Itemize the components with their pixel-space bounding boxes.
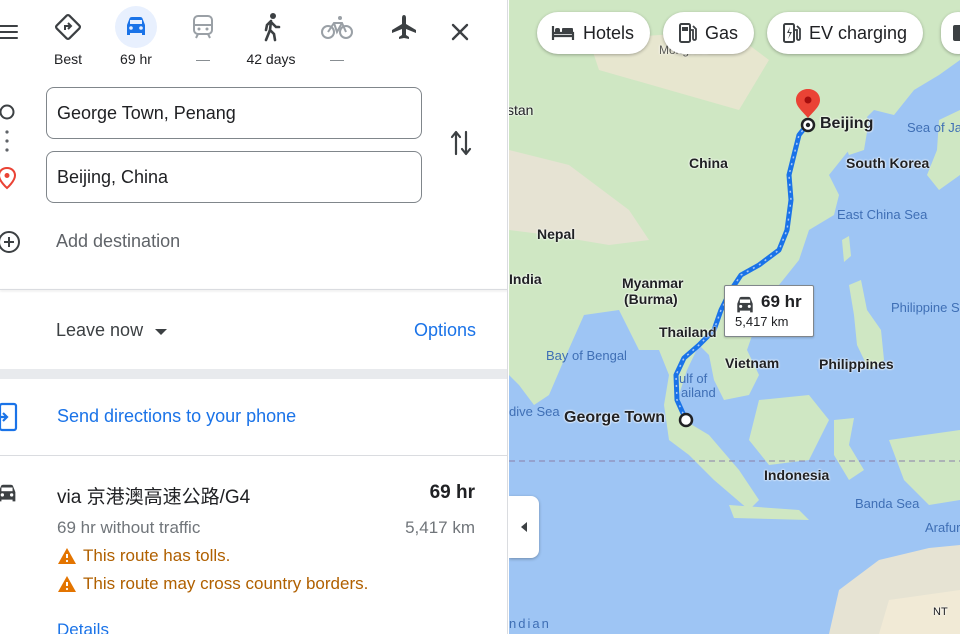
map-label: NT	[933, 606, 948, 618]
add-circle-icon[interactable]	[0, 229, 22, 255]
map-label: Indonesia	[764, 467, 830, 483]
border-warning-text: This route may cross country borders.	[83, 574, 369, 593]
caret-down-icon	[155, 328, 168, 335]
warning-icon	[58, 548, 76, 564]
toll-warning: This route has tolls.	[57, 546, 230, 566]
train-icon	[182, 6, 224, 48]
chip-hotels[interactable]: Hotels	[537, 12, 651, 54]
map-label: stan	[509, 102, 534, 118]
send-directions-link[interactable]: Send directions to your phone	[57, 406, 296, 427]
map-label: Nepal	[537, 226, 576, 242]
origin-value: George Town, Penang	[57, 102, 236, 123]
map-label: Banda Sea	[855, 496, 920, 511]
directions-diamond-icon	[47, 6, 89, 48]
mode-best-label: Best	[53, 51, 82, 67]
add-destination-button[interactable]: Add destination	[56, 231, 180, 252]
details-link[interactable]: Details	[57, 620, 109, 634]
toll-warning-text: This route has tolls.	[83, 546, 231, 565]
close-icon[interactable]	[444, 16, 476, 48]
map-label: China	[689, 155, 728, 171]
mode-driving[interactable]: 69 hr	[108, 6, 164, 68]
map-label: Philippine S	[891, 300, 960, 315]
route-duration-callout[interactable]: 69 hr 5,417 km	[724, 285, 814, 337]
mode-driving-label: 69 hr	[120, 51, 152, 67]
route-distance: 5,417 km	[405, 518, 475, 537]
gas-pump-icon	[679, 23, 697, 43]
options-button[interactable]: Options	[414, 320, 476, 341]
chip-more-icon	[953, 25, 960, 41]
callout-time: 69 hr	[761, 292, 802, 311]
ev-charging-icon	[783, 23, 801, 43]
chip-gas-label: Gas	[705, 22, 739, 43]
mode-best[interactable]: Best	[40, 6, 96, 68]
map-label: Thailand	[659, 324, 717, 340]
map-label: Bay of Bengal	[546, 348, 627, 363]
route-duration: 69 hr	[429, 482, 475, 503]
map-label: (Burma)	[624, 291, 678, 307]
car-icon	[737, 296, 753, 313]
map-label: Philippines	[819, 356, 894, 372]
destination-pin-icon	[0, 166, 17, 190]
map-canvas[interactable]: stan Mongolia Beijing Sea of Ja China So…	[509, 0, 960, 634]
destination-field[interactable]: Beijing, China	[46, 151, 422, 203]
mode-transit-label: —	[196, 51, 210, 67]
map-label: Arafur	[925, 520, 960, 535]
chip-ev-charging-label: EV charging	[809, 22, 908, 43]
section-separator	[0, 369, 507, 379]
chip-gas[interactable]: Gas	[663, 12, 755, 54]
menu-icon[interactable]	[0, 20, 22, 44]
bed-icon	[551, 26, 575, 40]
chip-hotels-label: Hotels	[583, 22, 635, 43]
map-label: India	[509, 271, 542, 287]
map-label-george-town[interactable]: George Town	[564, 409, 665, 427]
mode-flights[interactable]	[376, 6, 432, 48]
route-name[interactable]: via 京港澳高速公路/G4	[57, 482, 250, 509]
swap-icon[interactable]	[446, 126, 476, 160]
warning-icon	[58, 576, 76, 592]
chip-ev-charging[interactable]: EV charging	[767, 12, 924, 54]
mode-transit[interactable]: —	[175, 6, 231, 68]
map-label: Vietnam	[725, 355, 780, 371]
origin-field[interactable]: George Town, Penang	[46, 87, 422, 139]
map-label: dive Sea	[509, 404, 560, 419]
car-icon	[115, 6, 157, 48]
chip-more[interactable]	[941, 12, 960, 54]
chevron-left-icon	[521, 522, 527, 532]
leave-now-label: Leave now	[56, 320, 144, 340]
map-label-beijing[interactable]: Beijing	[820, 115, 873, 133]
leave-now-dropdown[interactable]: Leave now	[56, 320, 168, 341]
airplane-icon	[383, 6, 425, 48]
collapse-panel-button[interactable]	[509, 496, 539, 558]
map-label: ndian	[509, 616, 551, 631]
bicycle-icon	[316, 6, 358, 48]
destination-value: Beijing, China	[57, 166, 169, 187]
divider	[0, 455, 507, 456]
divider	[0, 289, 507, 290]
directions-panel: Best 69 hr — 42 days — George Town, Pena…	[0, 0, 508, 634]
walking-icon	[250, 6, 292, 48]
map-label: Sea of Ja	[907, 120, 960, 135]
map-label: South Korea	[846, 155, 930, 171]
car-icon	[0, 484, 16, 502]
send-to-phone-icon	[0, 402, 18, 432]
map-label: East China Sea	[837, 207, 928, 222]
border-warning: This route may cross country borders.	[57, 574, 368, 594]
mode-walking-label: 42 days	[246, 51, 296, 67]
mode-cycling-label: —	[330, 51, 344, 67]
map-label: ailand	[681, 385, 716, 400]
mode-cycling[interactable]: —	[309, 6, 365, 68]
route-dots-icon	[0, 104, 15, 152]
map-label: Myanmar	[622, 275, 684, 291]
mode-walking[interactable]: 42 days	[243, 6, 299, 68]
map-label: ulf of	[679, 371, 708, 386]
callout-distance: 5,417 km	[735, 314, 789, 329]
route-without-traffic: 69 hr without traffic	[57, 518, 201, 537]
